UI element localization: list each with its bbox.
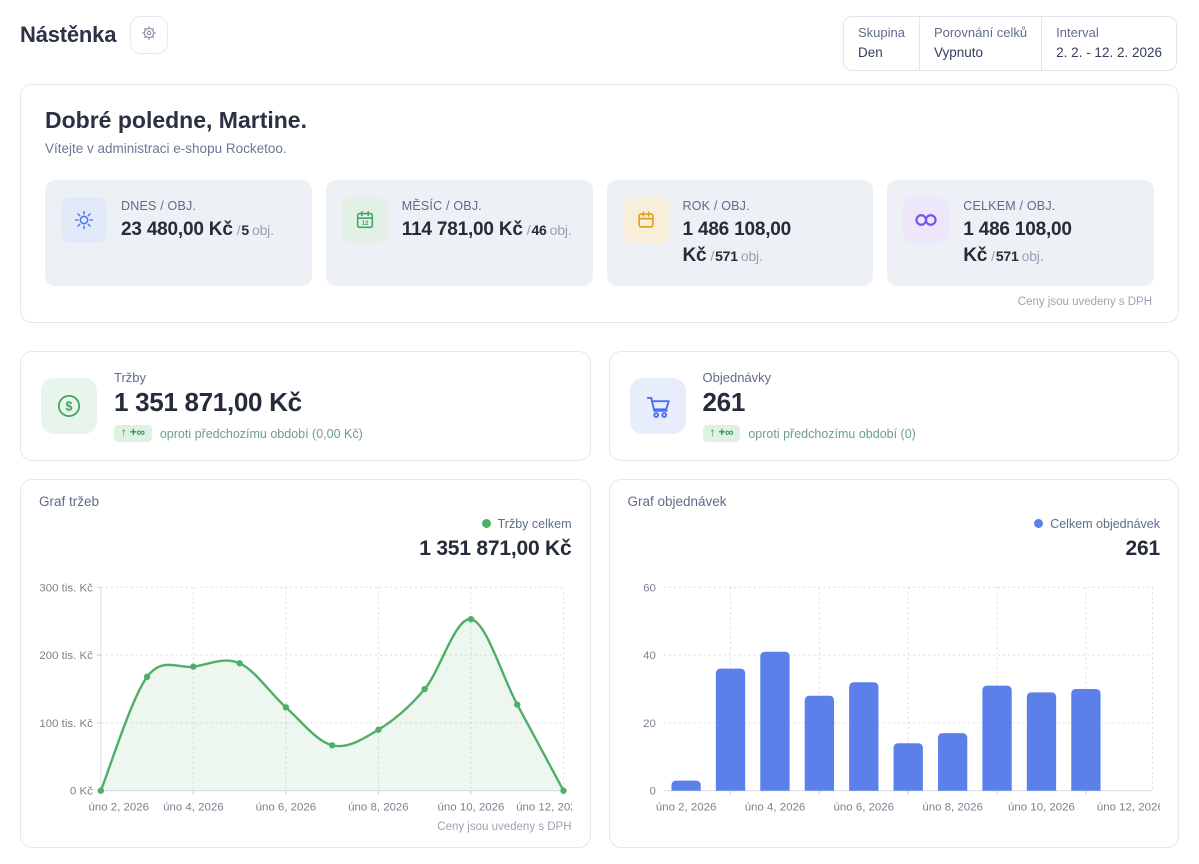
metric-value: 261 <box>703 387 916 418</box>
orders-summary-card: Objednávky 261 ↑ +∞ oproti předchozímu o… <box>609 351 1180 461</box>
stat-tile-today: DNES / OBJ. 23 480,00 Kč/5obj. <box>45 180 312 286</box>
svg-text:60: 60 <box>643 583 656 595</box>
chart-total-value: 261 <box>628 537 1161 561</box>
metric-label: Objednávky <box>703 370 916 385</box>
legend-label: Celkem objednávek <box>1050 517 1160 531</box>
svg-text:úno 6, 2026: úno 6, 2026 <box>256 802 317 814</box>
stat-value: 114 781,00 Kč/46obj. <box>402 217 572 243</box>
filter-interval-label: Interval <box>1056 24 1162 43</box>
trend-badge: ↑ +∞ <box>114 425 152 442</box>
calendar-month-icon: 12 <box>342 197 388 243</box>
dashboard-filters: Skupina Den Porovnání celků Vypnuto Inte… <box>843 16 1177 71</box>
page-title: Nástěnka <box>20 22 116 48</box>
svg-text:300 tis. Kč: 300 tis. Kč <box>39 583 93 595</box>
stat-value: 1 486 108,00 Kč/571obj. <box>683 217 858 268</box>
stat-label: CELKEM / OBJ. <box>963 199 1138 213</box>
chart-total-value: 1 351 871,00 Kč <box>39 537 572 561</box>
money-icon: $ <box>41 378 97 434</box>
trend-badge: ↑ +∞ <box>703 425 741 442</box>
svg-text:úno 12, 2026: úno 12, 2026 <box>516 802 571 814</box>
legend-label: Tržby celkem <box>498 517 572 531</box>
comparison-text: oproti předchozímu období (0) <box>748 427 915 441</box>
svg-text:200 tis. Kč: 200 tis. Kč <box>39 650 93 662</box>
metric-value: 1 351 871,00 Kč <box>114 387 363 418</box>
svg-text:$: $ <box>65 399 72 414</box>
svg-text:20: 20 <box>643 718 656 730</box>
chart-title: Graf tržeb <box>39 494 572 509</box>
svg-text:0 Kč: 0 Kč <box>70 786 93 798</box>
svg-text:40: 40 <box>643 650 656 662</box>
filter-comparison[interactable]: Porovnání celků Vypnuto <box>919 17 1041 70</box>
cart-icon <box>630 378 686 434</box>
orders-chart-card: Graf objednávek Celkem objednávek 261 0 2… <box>609 479 1180 848</box>
svg-text:úno 8, 2026: úno 8, 2026 <box>348 802 409 814</box>
stat-tile-month: 12 MĚSÍC / OBJ. 114 781,00 Kč/46obj. <box>326 180 593 286</box>
svg-text:úno 10, 2026: úno 10, 2026 <box>438 802 505 814</box>
stat-label: DNES / OBJ. <box>121 199 274 213</box>
svg-text:12: 12 <box>361 221 368 227</box>
chart-legend: Tržby celkem <box>39 515 572 533</box>
vat-note: Ceny jsou uvedeny s DPH <box>39 817 572 839</box>
filter-comparison-label: Porovnání celků <box>934 24 1027 43</box>
comparison-text: oproti předchozímu období (0,00 Kč) <box>160 427 363 441</box>
filter-group[interactable]: Skupina Den <box>844 17 919 70</box>
legend-dot-green <box>482 519 491 528</box>
charts-row: Graf tržeb Tržby celkem 1 351 871,00 Kč … <box>20 479 1179 848</box>
svg-text:úno 10, 2026: úno 10, 2026 <box>1008 802 1075 814</box>
gear-icon <box>140 24 158 47</box>
metrics-row: $ Tržby 1 351 871,00 Kč ↑ +∞ oproti před… <box>20 351 1179 461</box>
header: Nástěnka Skupina Den Porov <box>20 0 1179 70</box>
svg-text:úno 12, 2026: úno 12, 2026 <box>1096 802 1160 814</box>
stat-label: MĚSÍC / OBJ. <box>402 199 572 213</box>
svg-text:úno 2, 2026: úno 2, 2026 <box>89 802 150 814</box>
legend-dot-blue <box>1034 519 1043 528</box>
orders-bar-chart: 0 20 40 60 úno 2, 2026 úno 4, 2026 úno 6, 2026… <box>628 577 1161 817</box>
svg-text:0: 0 <box>649 786 655 798</box>
svg-text:100 tis. Kč: 100 tis. Kč <box>39 718 93 730</box>
stat-value: 1 486 108,00 Kč/571obj. <box>963 217 1138 268</box>
stat-label: ROK / OBJ. <box>683 199 858 213</box>
revenue-chart-card: Graf tržeb Tržby celkem 1 351 871,00 Kč … <box>20 479 591 848</box>
dashboard-page: Nástěnka Skupina Den Porov <box>0 0 1199 864</box>
filter-comparison-value: Vypnuto <box>934 43 1027 63</box>
greeting-subtitle: Vítejte v administraci e-shopu Rocketoo. <box>45 141 1154 156</box>
chart-title: Graf objednávek <box>628 494 1161 509</box>
filter-interval[interactable]: Interval 2. 2. - 12. 2. 2026 <box>1041 17 1176 70</box>
stat-tile-total: CELKEM / OBJ. 1 486 108,00 Kč/571obj. <box>887 180 1154 286</box>
vat-note: Ceny jsou uvedeny s DPH <box>45 286 1154 314</box>
svg-text:úno 4, 2026: úno 4, 2026 <box>744 802 805 814</box>
welcome-card: Dobré poledne, Martine. Vítejte v admini… <box>20 84 1179 323</box>
svg-text:úno 4, 2026: úno 4, 2026 <box>163 802 224 814</box>
chart-legend: Celkem objednávek <box>628 515 1161 533</box>
calendar-year-icon <box>623 197 669 243</box>
stat-value: 23 480,00 Kč/5obj. <box>121 217 274 243</box>
filter-interval-value: 2. 2. - 12. 2. 2026 <box>1056 43 1162 63</box>
dashboard-settings-button[interactable] <box>130 16 168 54</box>
svg-text:úno 2, 2026: úno 2, 2026 <box>655 802 716 814</box>
revenue-line-chart: 0 Kč 100 tis. Kč 200 tis. Kč 300 tis. Kč úno… <box>39 577 572 817</box>
filter-group-label: Skupina <box>858 24 905 43</box>
filter-group-value: Den <box>858 43 905 63</box>
revenue-summary-card: $ Tržby 1 351 871,00 Kč ↑ +∞ oproti před… <box>20 351 591 461</box>
stat-tiles: DNES / OBJ. 23 480,00 Kč/5obj. 12 MĚSÍC … <box>45 180 1154 286</box>
metric-label: Tržby <box>114 370 363 385</box>
svg-text:úno 8, 2026: úno 8, 2026 <box>922 802 983 814</box>
greeting-heading: Dobré poledne, Martine. <box>45 107 1154 134</box>
sun-icon <box>61 197 107 243</box>
infinity-icon <box>903 197 949 243</box>
svg-text:úno 6, 2026: úno 6, 2026 <box>833 802 894 814</box>
stat-tile-year: ROK / OBJ. 1 486 108,00 Kč/571obj. <box>607 180 874 286</box>
